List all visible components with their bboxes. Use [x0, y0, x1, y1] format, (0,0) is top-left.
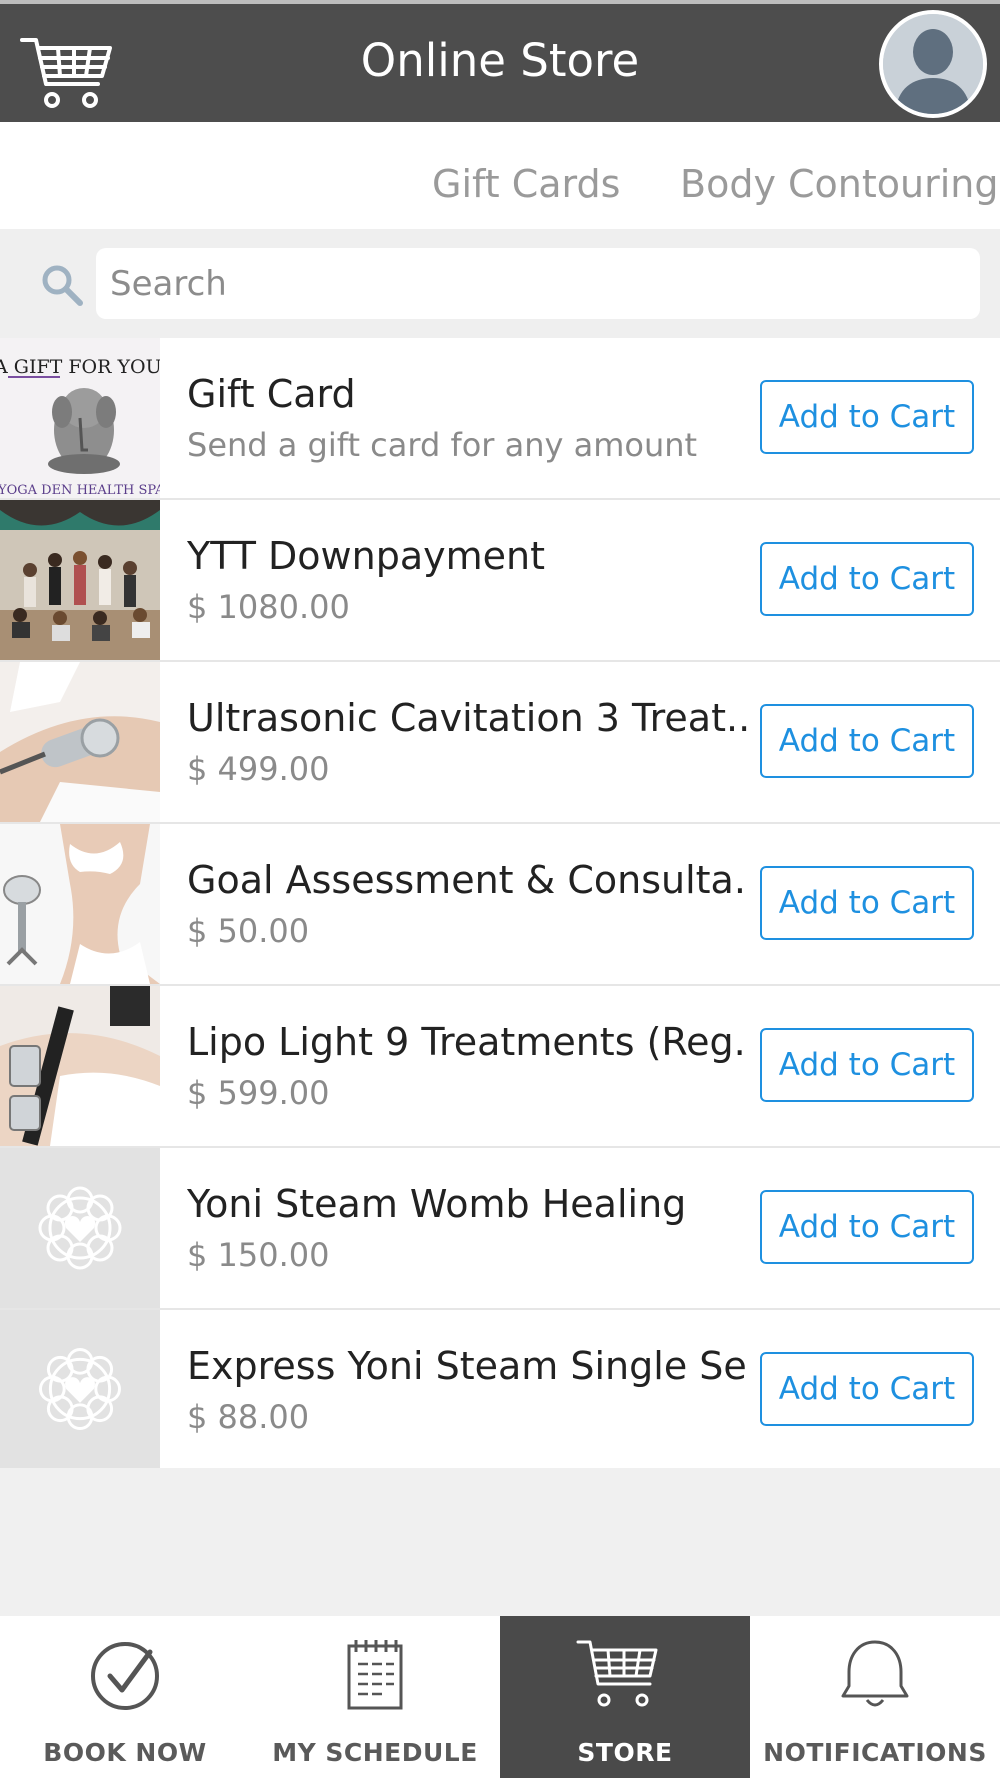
- gift-card-thumbnail: A GIFT FOR YOU YOGA DEN HEALTH SPA: [0, 338, 160, 498]
- lipo-light-thumbnail: [0, 986, 160, 1146]
- bell-icon: [841, 1640, 909, 1707]
- list-item: Goal Assessment & Consulta... $ 50.00 Ad…: [0, 824, 1000, 986]
- item-name: Yoni Steam Womb Healing: [187, 1182, 687, 1226]
- avatar[interactable]: [879, 10, 987, 118]
- list-item: Ultrasonic Cavitation 3 Treat... $ 499.0…: [0, 662, 1000, 824]
- tab-body-contouring[interactable]: Body Contouring: [680, 162, 999, 206]
- placeholder-thumbnail: [0, 1148, 160, 1308]
- placeholder-thumbnail: [0, 1310, 160, 1468]
- add-to-cart-button[interactable]: Add to Cart: [760, 1352, 974, 1426]
- add-to-cart-button[interactable]: Add to Cart: [760, 1190, 974, 1264]
- calendar-icon: [347, 1640, 403, 1710]
- search-input[interactable]: [96, 248, 980, 319]
- cavitation-thumbnail: [0, 662, 160, 822]
- search-icon: [42, 265, 83, 306]
- nav-label: MY SCHEDULE: [272, 1738, 478, 1767]
- add-to-cart-button[interactable]: Add to Cart: [760, 542, 974, 616]
- item-name: Lipo Light 9 Treatments (Reg...: [187, 1020, 747, 1064]
- app-header: Online Store: [0, 4, 1000, 122]
- bottom-nav: BOOK NOW MY SCHEDULE STORE NOTIFICATIONS: [0, 1616, 1000, 1778]
- nav-my-schedule[interactable]: MY SCHEDULE: [250, 1616, 500, 1778]
- nav-label: BOOK NOW: [43, 1738, 207, 1767]
- item-name: YTT Downpayment: [187, 534, 545, 578]
- item-price: $ 1080.00: [187, 588, 350, 626]
- nav-store[interactable]: STORE: [500, 1616, 750, 1778]
- item-name: Goal Assessment & Consulta...: [187, 858, 747, 902]
- item-price: $ 88.00: [187, 1398, 310, 1436]
- item-name: Gift Card: [187, 372, 356, 416]
- list-item: YTT Downpayment $ 1080.00 Add to Cart: [0, 500, 1000, 662]
- list-item: A GIFT FOR YOU YOGA DEN HEALTH SPA Gift …: [0, 338, 1000, 500]
- gift-thumb-heading: A GIFT FOR YOU: [0, 356, 160, 378]
- gift-thumb-caption: YOGA DEN HEALTH SPA: [0, 483, 160, 498]
- item-price: $ 599.00: [187, 1074, 330, 1112]
- page-title: Online Store: [360, 34, 640, 87]
- item-price: $ 150.00: [187, 1236, 330, 1274]
- item-price: $ 499.00: [187, 750, 330, 788]
- add-to-cart-button[interactable]: Add to Cart: [760, 866, 974, 940]
- check-circle-icon: [91, 1642, 159, 1710]
- nav-book-now[interactable]: BOOK NOW: [0, 1616, 250, 1778]
- flower-heart-icon: [39, 1348, 121, 1430]
- search-bar: [0, 229, 1000, 338]
- list-item: Yoni Steam Womb Healing $ 150.00 Add to …: [0, 1148, 1000, 1310]
- yoga-group-thumbnail: [0, 500, 160, 660]
- category-tabs: Gift Cards Body Contouring: [0, 122, 1000, 229]
- nav-label: STORE: [577, 1738, 673, 1767]
- user-icon: [883, 14, 983, 114]
- flower-heart-icon: [38, 1186, 122, 1270]
- body-thumbnail: [0, 824, 160, 984]
- product-list: A GIFT FOR YOU YOGA DEN HEALTH SPA Gift …: [0, 338, 1000, 1468]
- nav-label: NOTIFICATIONS: [763, 1738, 987, 1767]
- item-subtitle: Send a gift card for any amount: [187, 426, 698, 464]
- item-price: $ 50.00: [187, 912, 310, 950]
- item-name: Express Yoni Steam Single Se...: [187, 1344, 747, 1388]
- item-name: Ultrasonic Cavitation 3 Treat...: [187, 696, 747, 740]
- list-item: Lipo Light 9 Treatments (Reg... $ 599.00…: [0, 986, 1000, 1148]
- cart-icon: [576, 1640, 658, 1707]
- list-item: Express Yoni Steam Single Se... $ 88.00 …: [0, 1310, 1000, 1468]
- nav-notifications[interactable]: NOTIFICATIONS: [750, 1616, 1000, 1778]
- add-to-cart-button[interactable]: Add to Cart: [760, 1028, 974, 1102]
- add-to-cart-button[interactable]: Add to Cart: [760, 380, 974, 454]
- add-to-cart-button[interactable]: Add to Cart: [760, 704, 974, 778]
- tab-gift-cards[interactable]: Gift Cards: [432, 162, 620, 206]
